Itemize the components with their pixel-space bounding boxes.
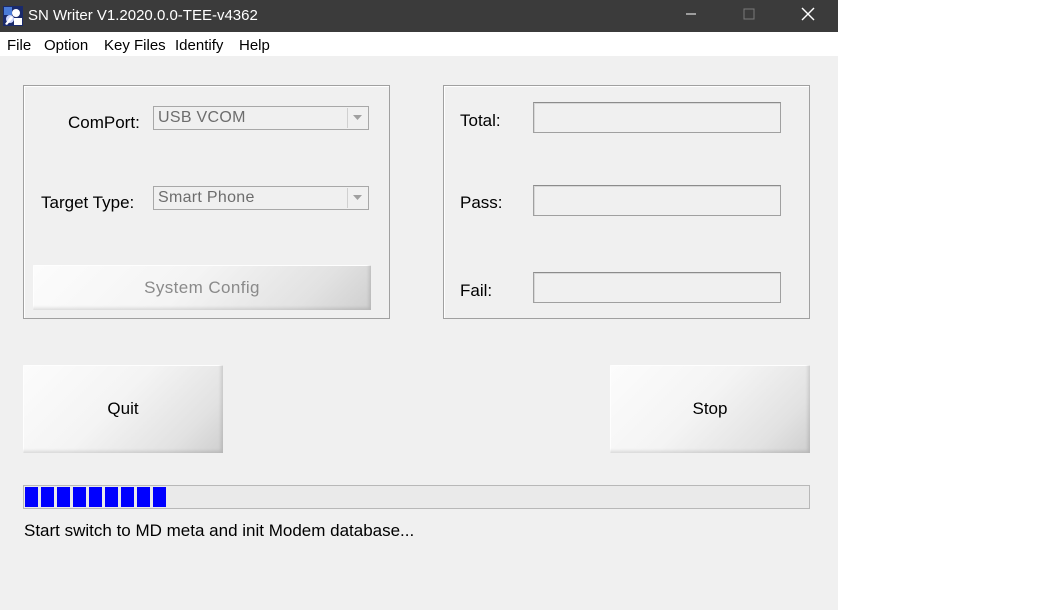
- minimize-button[interactable]: [668, 0, 714, 32]
- sn-writer-window: SN Writer V1.2020.0.0-TEE-v4362 File Opt…: [0, 0, 838, 610]
- menu-key-files[interactable]: Key Files: [104, 37, 166, 54]
- quit-button[interactable]: Quit: [23, 365, 223, 453]
- progress-block: [137, 487, 150, 507]
- progress-block: [25, 487, 38, 507]
- target-type-label: Target Type:: [41, 193, 135, 212]
- window-title: SN Writer V1.2020.0.0-TEE-v4362: [28, 7, 258, 24]
- progress-block: [73, 487, 86, 507]
- sn-writer-app-icon: [3, 6, 23, 26]
- minimize-icon: [685, 7, 697, 25]
- total-field[interactable]: [533, 102, 781, 133]
- menu-help[interactable]: Help: [239, 37, 270, 54]
- close-button[interactable]: [785, 0, 831, 32]
- status-message: Start switch to MD meta and init Modem d…: [24, 521, 415, 540]
- maximize-icon: [743, 7, 755, 25]
- title-bar[interactable]: SN Writer V1.2020.0.0-TEE-v4362: [0, 0, 838, 32]
- target-type-select[interactable]: Smart Phone: [153, 186, 369, 210]
- pass-field[interactable]: [533, 185, 781, 216]
- pass-label: Pass:: [460, 193, 503, 212]
- progress-block: [41, 487, 54, 507]
- chevron-down-icon[interactable]: [347, 108, 367, 128]
- menu-bar: File Option Key Files Identify Help: [0, 32, 838, 56]
- menu-file[interactable]: File: [7, 37, 31, 54]
- comport-value: USB VCOM: [158, 109, 246, 126]
- chevron-down-icon[interactable]: [347, 188, 367, 208]
- progress-block: [121, 487, 134, 507]
- progress-block: [153, 487, 166, 507]
- comport-label: ComPort:: [68, 113, 140, 132]
- fail-field[interactable]: [533, 272, 781, 303]
- total-label: Total:: [460, 111, 501, 130]
- stop-button[interactable]: Stop: [610, 365, 810, 453]
- comport-select[interactable]: USB VCOM: [153, 106, 369, 130]
- progress-fill: [25, 487, 169, 507]
- maximize-button[interactable]: [726, 0, 772, 32]
- progress-block: [89, 487, 102, 507]
- menu-option[interactable]: Option: [44, 37, 88, 54]
- fail-label: Fail:: [460, 281, 493, 300]
- progress-block: [105, 487, 118, 507]
- system-config-button[interactable]: System Config: [33, 265, 371, 310]
- progress-bar: [23, 485, 810, 509]
- target-type-value: Smart Phone: [158, 189, 255, 206]
- progress-block: [57, 487, 70, 507]
- close-icon: [801, 7, 815, 26]
- menu-identify[interactable]: Identify: [175, 37, 223, 54]
